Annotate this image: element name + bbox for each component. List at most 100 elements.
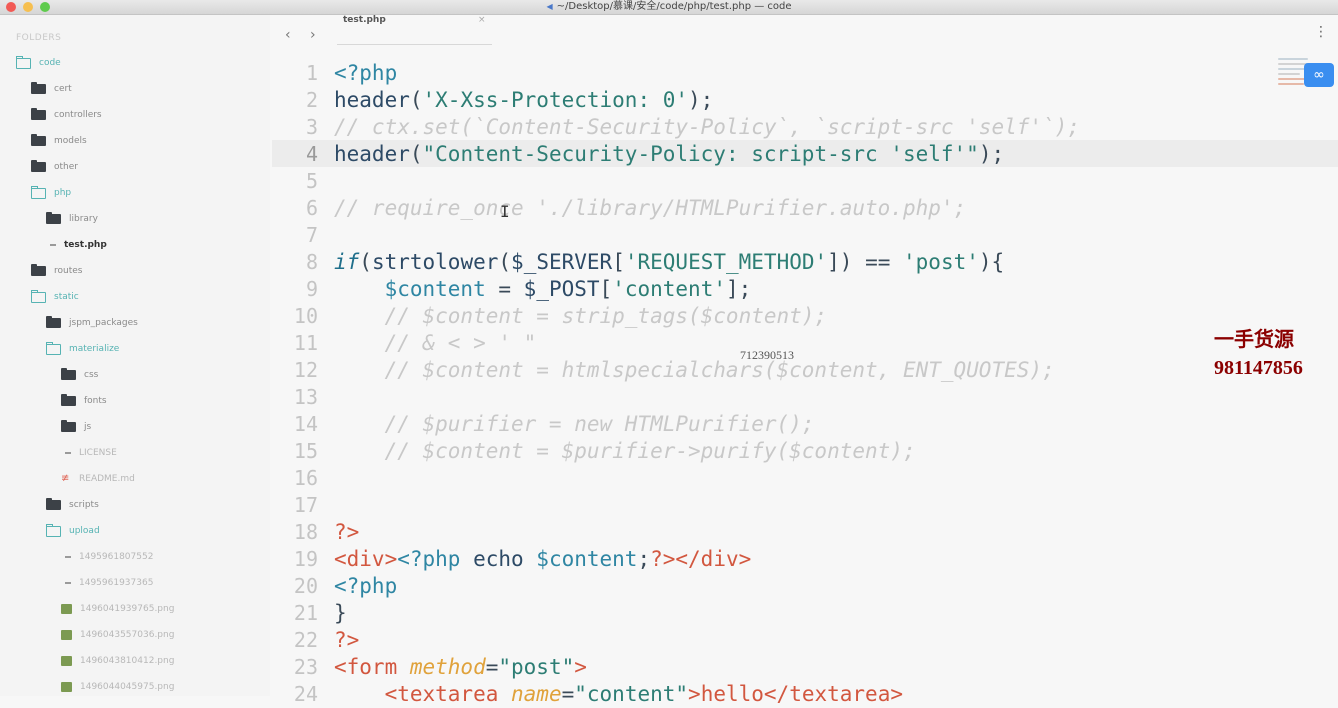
code-line[interactable]: // $content = htmlspecialchars($content,… bbox=[334, 357, 1080, 384]
markdown-file-icon: ≢ bbox=[61, 473, 70, 484]
folder-open-icon bbox=[16, 55, 31, 69]
tree-item[interactable]: 1496044045975.png bbox=[61, 680, 174, 694]
code-line[interactable]: // require_once './library/HTMLPurifier.… bbox=[334, 195, 1080, 222]
tree-item[interactable]: 1495961807552 bbox=[61, 550, 153, 564]
tree-item[interactable]: fonts bbox=[61, 394, 107, 408]
code-line[interactable] bbox=[334, 465, 1080, 492]
tree-item[interactable]: test.php bbox=[46, 238, 107, 252]
code-line[interactable]: <div><?php echo $content;?></div> bbox=[334, 546, 1080, 573]
line-number: 12 bbox=[293, 358, 318, 382]
code-line[interactable]: <?php bbox=[334, 573, 1080, 600]
code-line[interactable]: <textarea name="content">hello</textarea… bbox=[334, 681, 1080, 708]
tree-item[interactable]: upload bbox=[46, 523, 100, 538]
text-cursor-icon: I bbox=[500, 202, 510, 221]
tree-item[interactable]: routes bbox=[31, 264, 82, 278]
code-token: = bbox=[485, 655, 499, 679]
line-number: 10 bbox=[293, 304, 318, 328]
tree-item[interactable]: models bbox=[31, 134, 87, 148]
line-number: 13 bbox=[293, 385, 318, 409]
window-title: ~/Desktop/慕课/安全/code/php/test.php — code bbox=[556, 1, 792, 12]
folder-open-icon bbox=[31, 289, 46, 303]
tree-item[interactable]: php bbox=[31, 185, 71, 200]
tree-item[interactable]: cert bbox=[31, 82, 72, 96]
watermark-line-1: 一手货源 bbox=[1214, 329, 1294, 351]
code-line[interactable]: <?php bbox=[334, 60, 1080, 87]
tree-item[interactable]: 1495961937365 bbox=[61, 576, 153, 590]
line-number: 14 bbox=[293, 412, 318, 436]
folder-open-icon bbox=[46, 523, 61, 537]
tree-item[interactable]: js bbox=[61, 420, 91, 434]
code-line[interactable]: } bbox=[334, 600, 1080, 627]
code-line[interactable]: header("Content-Security-Policy: script-… bbox=[334, 141, 1080, 168]
code-line[interactable] bbox=[334, 384, 1080, 411]
tree-item-label: other bbox=[54, 162, 78, 172]
line-number: 22 bbox=[293, 628, 318, 652]
code-line[interactable] bbox=[334, 222, 1080, 249]
code-token: ]; bbox=[725, 277, 752, 301]
tree-item[interactable]: scripts bbox=[46, 498, 99, 512]
forward-button[interactable]: › bbox=[310, 27, 316, 43]
tree-item[interactable]: LICENSE bbox=[61, 446, 117, 460]
code-token: $_SERVER bbox=[511, 250, 613, 274]
tree-item[interactable]: ≢ README.md bbox=[61, 472, 135, 486]
line-number: 8 bbox=[305, 250, 318, 274]
folder-icon bbox=[46, 316, 61, 328]
code-line[interactable]: // $purifier = new HTMLPurifier(); bbox=[334, 411, 1080, 438]
code-line[interactable] bbox=[334, 168, 1080, 195]
folder-icon bbox=[31, 160, 46, 172]
line-number: 3 bbox=[305, 115, 318, 139]
code-line[interactable]: $content = $_POST['content']; bbox=[334, 276, 1080, 303]
code-line[interactable] bbox=[334, 492, 1080, 519]
tree-item[interactable]: code bbox=[16, 55, 61, 70]
tree-item[interactable]: controllers bbox=[31, 108, 102, 122]
code-line[interactable]: <form method="post"> bbox=[334, 654, 1080, 681]
code-line[interactable]: ?> bbox=[334, 627, 1080, 654]
code-token: 'content' bbox=[612, 277, 726, 301]
code-token: ?> bbox=[334, 520, 360, 544]
line-number: 16 bbox=[293, 466, 318, 490]
line-number: 2 bbox=[305, 88, 318, 112]
code-token: ( bbox=[409, 88, 423, 112]
tree-item[interactable]: static bbox=[31, 289, 79, 304]
tree-item-label: routes bbox=[54, 266, 83, 276]
window-title-wrap: ◀ ~/Desktop/慕课/安全/code/php/test.php — cod… bbox=[0, 0, 1338, 14]
code-token: ){ bbox=[978, 250, 1005, 274]
tree-item[interactable]: materialize bbox=[46, 341, 119, 356]
code-token: $_POST bbox=[523, 277, 600, 301]
code-line[interactable]: // $content = $purifier->purify($content… bbox=[334, 438, 1080, 465]
code-line[interactable]: // & < > ' " bbox=[334, 330, 1080, 357]
tree-item[interactable]: css bbox=[61, 368, 98, 382]
watermark-line-2: 981147856 bbox=[1214, 357, 1303, 379]
tree-item[interactable]: other bbox=[31, 160, 78, 174]
line-number: 21 bbox=[293, 601, 318, 625]
code-line[interactable]: header('X-Xss-Protection: 0'); bbox=[334, 87, 1080, 114]
cloud-share-icon[interactable]: ∞ bbox=[1304, 63, 1334, 87]
tree-item[interactable]: library bbox=[46, 212, 98, 226]
code-token: strtolower bbox=[371, 250, 499, 274]
code-token: >hello</textarea> bbox=[688, 682, 903, 706]
code-line[interactable]: // $content = strip_tags($content); bbox=[334, 303, 1080, 330]
watermark-center: 712390513 bbox=[740, 348, 794, 362]
code-token: method bbox=[409, 655, 486, 679]
code-token: <?php bbox=[334, 574, 398, 598]
back-button[interactable]: ‹ bbox=[285, 27, 291, 43]
file-icon bbox=[65, 556, 71, 558]
code-line[interactable]: ?> bbox=[334, 519, 1080, 546]
code-token: "content" bbox=[574, 682, 689, 706]
tree-item[interactable]: jspm_packages bbox=[46, 316, 138, 330]
tab-bar: ‹ › bbox=[270, 15, 1338, 59]
tree-item[interactable]: 1496043557036.png bbox=[61, 628, 174, 642]
code-line[interactable]: // ctx.set(`Content-Security-Policy`, `s… bbox=[334, 114, 1080, 141]
tree-item[interactable]: 1496041939765.png bbox=[61, 602, 174, 616]
tab-test-php[interactable]: test.php bbox=[343, 15, 386, 25]
tree-item-label: upload bbox=[69, 526, 100, 536]
tab-close-icon[interactable]: × bbox=[478, 15, 486, 25]
code-line[interactable]: if(strtolower($_SERVER['REQUEST_METHOD']… bbox=[334, 249, 1080, 276]
line-number: 11 bbox=[293, 331, 318, 355]
code-editor[interactable]: <?php header('X-Xss-Protection: 0');// ct… bbox=[334, 60, 1080, 708]
code-token: <textarea bbox=[334, 682, 512, 706]
image-file-icon bbox=[61, 682, 72, 692]
more-menu-icon[interactable]: ⋮ bbox=[1314, 24, 1328, 40]
tree-item[interactable]: 1496043810412.png bbox=[61, 654, 174, 668]
tab-underline bbox=[337, 44, 492, 45]
